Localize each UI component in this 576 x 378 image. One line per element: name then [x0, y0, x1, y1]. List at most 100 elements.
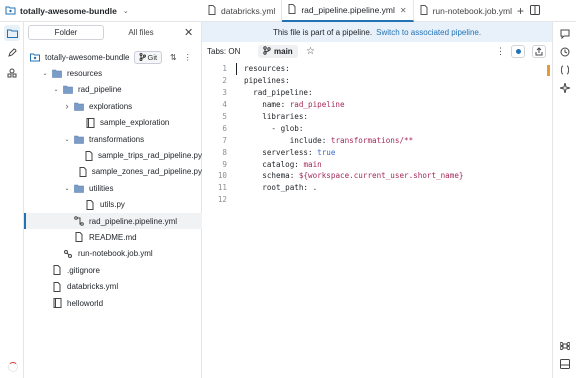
tab-databricks-yml[interactable]: databricks.yml [202, 0, 283, 22]
code-token: catalog: [244, 159, 304, 169]
code-line: 1 resources: [202, 63, 552, 75]
notebook-icon [52, 298, 62, 309]
tree-item-label: utils.py [100, 200, 125, 210]
line-text: schema: ${workspace.current_user.short_n… [244, 171, 463, 180]
line-number: 5 [222, 112, 227, 121]
line-text: - glob: [244, 124, 303, 133]
more-icon[interactable]: ⋮ [184, 53, 192, 62]
bundle-selector[interactable]: totally-awesome-bundle ⌄ [5, 3, 129, 19]
line-text: pipelines: [244, 76, 290, 85]
share-button[interactable] [532, 45, 546, 58]
tree-item-label: totally-awesome-bundle [45, 52, 130, 62]
sparkle-icon[interactable] [557, 80, 573, 96]
git-branch-icon [139, 53, 146, 62]
code-token: libraries: [244, 112, 309, 121]
tree-item[interactable]: .gitignore [24, 262, 202, 278]
tree-folder[interactable]: ⌄ transformations [24, 131, 202, 147]
tree-item-label: README.md [89, 232, 137, 242]
branch-button[interactable]: main [258, 45, 298, 58]
tree-item[interactable]: sample_trips_rad_pipeline.py [24, 147, 202, 163]
line-number: 7 [222, 135, 227, 145]
status-dot-button[interactable] [511, 45, 525, 58]
variables-icon[interactable] [557, 62, 573, 78]
code-line: 9 catalog: main [202, 158, 552, 170]
pipeline-banner: This file is part of a pipeline. Switch … [202, 22, 552, 42]
git-badge[interactable]: Git [133, 50, 163, 64]
tabs-toggle[interactable]: Tabs: ON [207, 47, 240, 56]
split-view-icon[interactable] [530, 5, 541, 17]
tree-item[interactable]: databricks.yml [24, 278, 202, 294]
panel-toggle-icon[interactable] [557, 356, 573, 372]
tree-item-label: explorations [89, 101, 133, 111]
tree-item-label: rad_pipeline [78, 85, 122, 95]
tree-item[interactable]: README.md [24, 229, 202, 245]
rocket-icon[interactable] [4, 45, 20, 61]
code-line: 10 schema: ${workspace.current_user.shor… [202, 170, 552, 182]
folder-icon[interactable] [4, 25, 20, 41]
switch-pipeline-link[interactable]: Switch to associated pipeline. [376, 28, 481, 37]
line-number: 2 [222, 76, 227, 86]
code-editor[interactable]: 1 resources: 2 pipelines: 3 rad_pipeline: 4 n… [202, 63, 552, 378]
add-tab-icon[interactable]: + [517, 4, 524, 18]
shapes-icon[interactable] [4, 65, 20, 81]
tab-label: run-notebook.job.yml [432, 6, 512, 16]
more-icon[interactable]: ⋮ [496, 46, 505, 57]
code-line: 7 include: transformations/** [202, 134, 552, 146]
editor-tabs: databricks.yml rad_pipeline.pipeline.yml… [202, 0, 518, 22]
star-icon[interactable]: ☆ [306, 46, 315, 57]
tree-folder[interactable]: ⌄ rad_pipeline [24, 82, 202, 98]
tree-item[interactable]: helloworld [24, 295, 202, 311]
file-icon [52, 265, 62, 276]
line-text: rad_pipeline: [244, 88, 312, 97]
tab-folder[interactable]: Folder [28, 25, 104, 40]
tab-label: rad_pipeline.pipeline.yml [301, 5, 395, 15]
tree-item[interactable]: run-notebook.job.yml [24, 246, 202, 262]
tree-item-label: rad_pipeline.pipeline.yml [89, 216, 178, 226]
file-icon [420, 5, 428, 17]
tab-run-notebook[interactable]: run-notebook.job.yml [414, 0, 518, 22]
branch-icon [263, 46, 271, 57]
code-line: 8 serverless: true [202, 146, 552, 158]
editor-toolbar: Tabs: ON main ☆ ⋮ [202, 42, 552, 61]
file-icon [288, 4, 296, 16]
code-token: pipelines: [244, 76, 290, 86]
tab-all-files[interactable]: All files [104, 25, 178, 40]
history-icon[interactable] [557, 44, 573, 60]
line-text: name: rad_pipeline [244, 100, 344, 110]
code-line: 12 [202, 194, 552, 206]
tree-item-label: sample_zones_rad_pipeline.py [91, 167, 202, 177]
bundle-icon [5, 5, 16, 17]
chevron-down-icon[interactable]: ⌄ [63, 185, 71, 192]
tree-folder[interactable]: ⌄ resources [24, 65, 202, 81]
tree-item[interactable]: sample_zones_rad_pipeline.py [24, 164, 202, 180]
tab-rad-pipeline[interactable]: rad_pipeline.pipeline.yml ✕ [282, 0, 414, 22]
tree-item[interactable]: rad_pipeline.pipeline.yml [24, 212, 202, 230]
code-token: root_path: . [244, 183, 318, 193]
tree-item[interactable]: sample_exploration [24, 115, 202, 131]
sort-icon[interactable]: ⇅ [170, 53, 177, 62]
file-panel: Folder All files ✕ totally-awesome-bundl… [24, 22, 202, 378]
code-token: include: [244, 135, 331, 145]
folder-icon [74, 183, 84, 193]
close-icon[interactable]: ✕ [184, 26, 193, 39]
chevron-down-icon[interactable]: ⌄ [52, 86, 60, 93]
folder-icon [63, 85, 73, 95]
chevron-down-icon[interactable]: ⌄ [41, 70, 49, 77]
branch-label: main [274, 47, 293, 56]
tree-item[interactable]: totally-awesome-bundle Git ⇅ ⋮ [24, 49, 202, 65]
chevron-right-icon[interactable]: › [63, 101, 71, 111]
chevron-down-icon[interactable]: ⌄ [63, 136, 71, 143]
close-icon[interactable]: ✕ [400, 6, 407, 15]
tree-folder[interactable]: ⌄ utilities [24, 180, 202, 196]
file-icon [79, 166, 87, 177]
tree-folder[interactable]: › explorations [24, 98, 202, 114]
keyboard-shortcuts-icon[interactable] [557, 338, 573, 354]
git-badge-label: Git [147, 52, 158, 62]
tree-item[interactable]: utils.py [24, 197, 202, 213]
comment-icon[interactable] [557, 26, 573, 42]
top-bar: totally-awesome-bundle ⌄ databricks.yml … [0, 0, 576, 22]
code-token: name: [244, 100, 290, 110]
code-line: 5 libraries: [202, 111, 552, 123]
code-line: 2 pipelines: [202, 75, 552, 87]
tree-item-label: databricks.yml [67, 282, 119, 292]
